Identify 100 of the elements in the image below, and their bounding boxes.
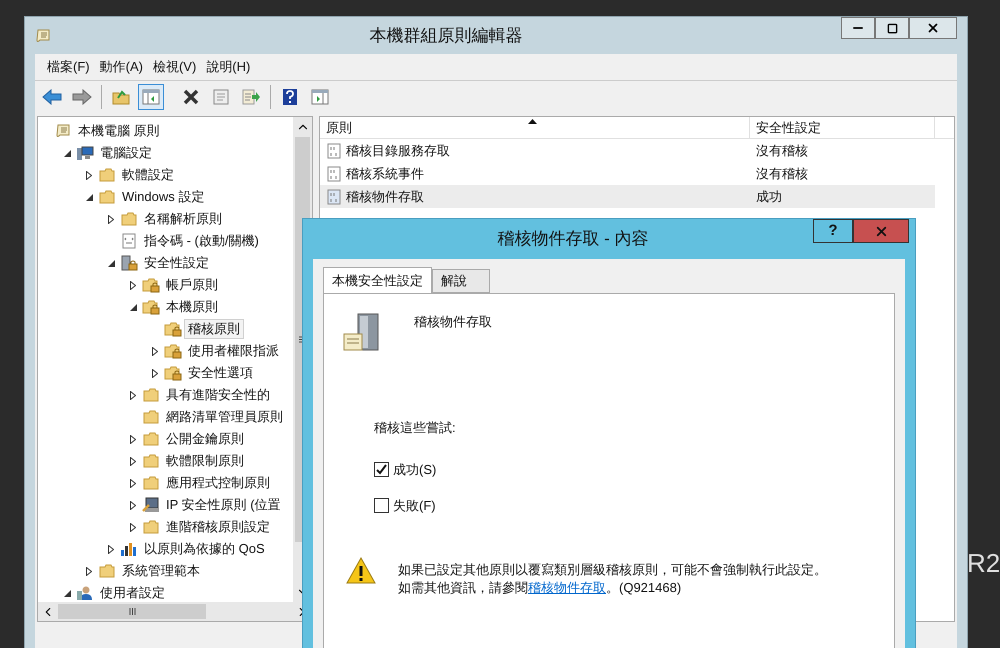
tree-item[interactable]: 本機原則 bbox=[162, 297, 222, 317]
info-text: 如需其他資訊，請參閱稽核物件存取。(Q921468) bbox=[398, 579, 682, 597]
tree-item[interactable]: IP 安全性原則 (位置 bbox=[162, 495, 285, 515]
properties-icon bbox=[213, 89, 229, 105]
expanded-triangle-icon[interactable] bbox=[86, 194, 92, 200]
export-list-icon bbox=[242, 89, 260, 105]
grip-icon bbox=[128, 608, 136, 615]
tree-item[interactable]: 具有進階安全性的 bbox=[162, 385, 274, 405]
forward-arrow-icon bbox=[72, 89, 92, 105]
tree-item[interactable]: 軟體限制原則 bbox=[162, 451, 248, 471]
dialog-tab[interactable]: 解說 bbox=[432, 269, 490, 293]
collapsed-triangle-icon[interactable] bbox=[130, 456, 136, 466]
menu-item[interactable]: 說明(H) bbox=[204, 57, 252, 77]
script-icon bbox=[121, 233, 137, 249]
expanded-triangle-icon[interactable] bbox=[130, 304, 136, 310]
sort-ascending-icon bbox=[528, 119, 537, 124]
dialog-close-button[interactable] bbox=[853, 219, 909, 243]
computer-icon bbox=[76, 145, 94, 161]
folder-icon bbox=[143, 475, 159, 491]
group-label: 稽核這些嘗試: bbox=[374, 420, 456, 435]
collapsed-triangle-icon[interactable] bbox=[130, 434, 136, 444]
tree-item[interactable]: 網路清單管理員原則 bbox=[162, 407, 287, 427]
desktop-text: R2 bbox=[967, 548, 1000, 578]
window-title: 本機群組原則編輯器 bbox=[368, 24, 524, 47]
column-header[interactable]: 原則 bbox=[326, 118, 352, 138]
folder-icon bbox=[99, 563, 115, 579]
collapsed-triangle-icon[interactable] bbox=[108, 544, 114, 554]
checkbox[interactable] bbox=[374, 462, 389, 478]
server-lock-icon bbox=[120, 255, 138, 271]
tree-item[interactable]: 稽核原則 bbox=[184, 319, 244, 339]
collapsed-triangle-icon[interactable] bbox=[130, 500, 136, 510]
scroll-icon bbox=[35, 28, 51, 44]
expanded-triangle-icon[interactable] bbox=[108, 260, 114, 266]
delete-icon bbox=[182, 89, 200, 105]
collapsed-triangle-icon[interactable] bbox=[130, 478, 136, 488]
user-icon bbox=[76, 585, 94, 601]
tree-item[interactable]: 以原則為依據的 QoS bbox=[140, 539, 269, 559]
tree-item[interactable]: 電腦設定 bbox=[96, 143, 156, 163]
close-icon bbox=[926, 21, 940, 35]
list-row[interactable]: 稽核物件存取 成功 bbox=[320, 185, 935, 208]
action-pane-icon bbox=[311, 89, 329, 105]
expanded-triangle-icon[interactable] bbox=[64, 590, 70, 596]
tree-pane-icon bbox=[142, 89, 160, 105]
policy-name: 稽核系統事件 bbox=[346, 164, 424, 183]
tree-item[interactable]: 應用程式控制原則 bbox=[162, 473, 274, 493]
folder-icon bbox=[143, 431, 159, 447]
maximize-button[interactable] bbox=[875, 17, 909, 39]
tree-item[interactable]: 本機電腦 原則 bbox=[74, 121, 164, 141]
collapsed-triangle-icon[interactable] bbox=[130, 390, 136, 400]
tree-item[interactable]: 名稱解析原則 bbox=[140, 209, 226, 229]
locked-folder-icon bbox=[164, 365, 182, 381]
collapsed-triangle-icon[interactable] bbox=[130, 522, 136, 532]
checkbox-label[interactable]: 失敗(F) bbox=[393, 496, 436, 515]
warning-icon bbox=[346, 557, 376, 584]
collapsed-triangle-icon[interactable] bbox=[130, 280, 136, 290]
tree-item[interactable]: 指令碼 - (啟動/關機) bbox=[140, 231, 263, 251]
collapsed-triangle-icon[interactable] bbox=[86, 170, 92, 180]
tree-item[interactable]: 安全性設定 bbox=[140, 253, 213, 273]
expanded-triangle-icon[interactable] bbox=[64, 150, 70, 156]
dialog-title: 稽核物件存取 - 內容 bbox=[496, 228, 650, 250]
tree-item[interactable]: 安全性選項 bbox=[184, 363, 257, 383]
tree-item[interactable]: 使用者權限指派 bbox=[184, 341, 283, 361]
locked-folder-icon bbox=[164, 321, 182, 337]
menu-item[interactable]: 檢視(V) bbox=[150, 57, 198, 77]
list-row[interactable]: 稽核系統事件 沒有稽核 bbox=[320, 162, 935, 185]
locked-folder-icon bbox=[164, 343, 182, 359]
folder-icon bbox=[143, 519, 159, 535]
info-link[interactable]: 稽核物件存取 bbox=[528, 580, 606, 595]
collapsed-triangle-icon[interactable] bbox=[152, 368, 158, 378]
computer-key-icon bbox=[142, 497, 160, 513]
tree-item[interactable]: 使用者設定 bbox=[96, 583, 169, 602]
audit-policy-icon bbox=[326, 188, 342, 204]
folder-icon bbox=[143, 409, 159, 425]
close-button[interactable] bbox=[909, 17, 957, 39]
check-icon bbox=[376, 464, 387, 476]
audit-policy-icon bbox=[326, 166, 342, 182]
menu-item[interactable]: 動作(A) bbox=[98, 57, 145, 77]
folder-icon bbox=[143, 453, 159, 469]
column-header[interactable]: 安全性設定 bbox=[756, 118, 821, 138]
tree-item[interactable]: 系統管理範本 bbox=[118, 561, 204, 581]
tree-item[interactable]: Windows 設定 bbox=[118, 187, 208, 207]
list-row[interactable]: 稽核目錄服務存取 沒有稽核 bbox=[320, 139, 935, 162]
collapsed-triangle-icon[interactable] bbox=[86, 566, 92, 576]
dialog-tab[interactable]: 本機安全性設定 bbox=[323, 267, 432, 294]
tree-item[interactable]: 軟體設定 bbox=[118, 165, 178, 185]
minimize-button[interactable] bbox=[841, 17, 875, 39]
folder-icon bbox=[121, 211, 137, 227]
menu-item[interactable]: 檔案(F) bbox=[45, 57, 92, 77]
collapsed-triangle-icon[interactable] bbox=[152, 346, 158, 356]
locked-folder-icon bbox=[142, 277, 160, 293]
help-button[interactable]: ? bbox=[813, 219, 853, 243]
folder-up-icon bbox=[112, 89, 130, 105]
tree-item[interactable]: 帳戶原則 bbox=[162, 275, 222, 295]
help-icon bbox=[282, 88, 298, 106]
tree-item[interactable]: 進階稽核原則設定 bbox=[162, 517, 274, 537]
checkbox-label[interactable]: 成功(S) bbox=[393, 460, 436, 480]
tree-item[interactable]: 公開金鑰原則 bbox=[162, 429, 248, 449]
collapsed-triangle-icon[interactable] bbox=[108, 214, 114, 224]
maximize-icon bbox=[886, 22, 898, 34]
checkbox[interactable] bbox=[374, 498, 389, 513]
